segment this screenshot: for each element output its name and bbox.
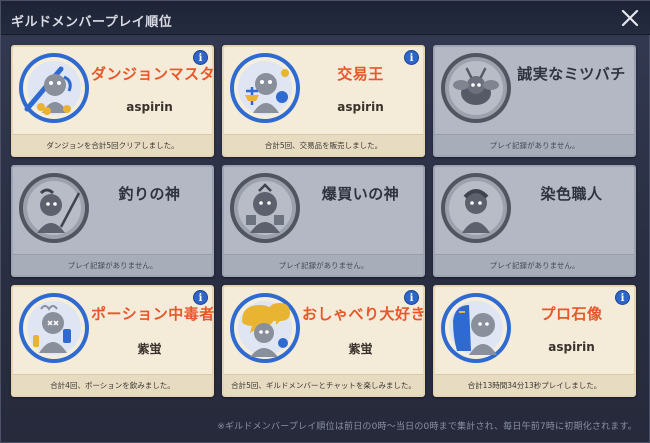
ranking-card-trade-king: i 交易王 aspirin 合計5回、交易品を販売しました。 bbox=[222, 45, 425, 157]
window-title: ギルドメンバープレイ順位 bbox=[11, 15, 173, 30]
card-title: ポーション中毒者 bbox=[91, 305, 215, 323]
ranking-card-potion-addict: i ポーション中毒者 紫蛍 合計4回、ポーションを飲みました。 bbox=[11, 285, 214, 397]
dungeon-knight-icon bbox=[19, 53, 89, 123]
window-header: ギルドメンバープレイ順位 bbox=[1, 1, 650, 35]
card-footer: プレイ記録がありません。 bbox=[435, 134, 634, 155]
card-title: 染色職人 bbox=[540, 185, 603, 203]
card-title: ダンジョンマスタ bbox=[91, 65, 216, 83]
reset-note: ※ギルドメンバープレイ順位は前日の0時～当日の0時まで集計され、毎日午前7時に初… bbox=[217, 422, 637, 432]
ranking-card-shopping-god: 爆買いの神 プレイ記録がありません。 bbox=[222, 165, 425, 277]
card-title: おしゃべり大好き bbox=[302, 305, 427, 323]
chat-bubble-icon bbox=[230, 293, 300, 363]
player-name: 紫蛍 bbox=[348, 342, 373, 356]
trade-scales-icon bbox=[230, 53, 300, 123]
dye-icon bbox=[441, 173, 511, 243]
card-footer: プレイ記録がありません。 bbox=[435, 254, 634, 275]
guild-ranking-window: ギルドメンバープレイ順位 i ダンジョンマスタ aspirin ダンジョンを合計… bbox=[0, 0, 650, 443]
card-title: 誠実なミツバチ bbox=[517, 65, 626, 83]
player-name: aspirin bbox=[548, 340, 595, 354]
card-footer: 合計5回、ギルドメンバーとチャットを楽しみました。 bbox=[224, 374, 423, 395]
shopping-icon bbox=[230, 173, 300, 243]
ranking-card-dye-artisan: 染色職人 プレイ記録がありません。 bbox=[433, 165, 636, 277]
card-footer: 合計13時間34分13秒プレイしました。 bbox=[435, 374, 634, 395]
card-footer: ダンジョンを合計5回クリアしました。 bbox=[13, 134, 212, 155]
ranking-card-honest-bee: 誠実なミツバチ プレイ記録がありません。 bbox=[433, 45, 636, 157]
close-icon bbox=[621, 9, 639, 27]
card-title: 釣りの神 bbox=[118, 185, 181, 203]
potion-icon bbox=[19, 293, 89, 363]
card-footer: 合計4回、ポーションを飲みました。 bbox=[13, 374, 212, 395]
card-title: 交易王 bbox=[337, 65, 384, 83]
card-footer: プレイ記録がありません。 bbox=[224, 254, 423, 275]
card-title: プロ石像 bbox=[540, 305, 603, 323]
bee-icon bbox=[441, 53, 511, 123]
ranking-card-dungeon-master: i ダンジョンマスタ aspirin ダンジョンを合計5回クリアしました。 bbox=[11, 45, 216, 157]
ranking-grid: i ダンジョンマスタ aspirin ダンジョンを合計5回クリアしました。 i … bbox=[11, 45, 636, 397]
card-footer: 合計5回、交易品を販売しました。 bbox=[224, 134, 423, 155]
card-footer: プレイ記録がありません。 bbox=[13, 254, 212, 275]
ranking-card-chatterbox: i おしゃべり大好き 紫蛍 合計5回、ギルドメンバーとチャットを楽しみました。 bbox=[222, 285, 427, 397]
player-name: aspirin bbox=[337, 100, 384, 114]
card-title: 爆買いの神 bbox=[321, 185, 400, 203]
close-button[interactable] bbox=[619, 7, 641, 29]
fishing-icon bbox=[19, 173, 89, 243]
statue-icon bbox=[441, 293, 511, 363]
player-name: 紫蛍 bbox=[137, 342, 162, 356]
player-name: aspirin bbox=[126, 100, 173, 114]
ranking-card-pro-statue: i プロ石像 aspirin 合計13時間34分13秒プレイしました。 bbox=[433, 285, 636, 397]
ranking-card-fishing-god: 釣りの神 プレイ記録がありません。 bbox=[11, 165, 214, 277]
